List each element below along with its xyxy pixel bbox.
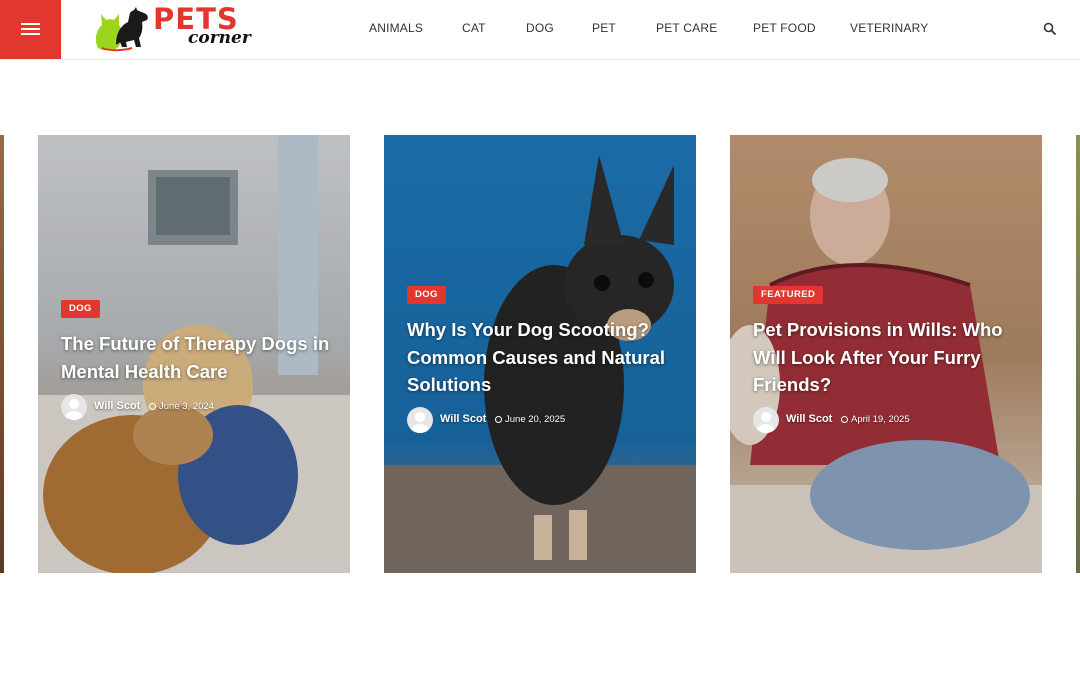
nav-dog[interactable]: DOG <box>526 21 554 36</box>
nav-veterinary[interactable]: VETERINARY <box>850 21 928 36</box>
post-title[interactable]: Why Is Your Dog Scooting? Common Causes … <box>407 316 677 399</box>
menu-button[interactable] <box>0 0 61 59</box>
clock-icon <box>495 416 502 423</box>
post-date-text: April 19, 2025 <box>851 414 910 425</box>
nav-pet[interactable]: PET <box>592 21 616 36</box>
post-date-text: June 20, 2025 <box>505 414 566 425</box>
brand-tagline: corner <box>188 28 251 48</box>
clock-icon <box>841 416 848 423</box>
nav-pet-food[interactable]: PET FOOD <box>753 21 816 36</box>
post-card[interactable]: FEATURED Pet Provisions in Wills: Who Wi… <box>730 135 1042 573</box>
nav-pet-care[interactable]: PET CARE <box>656 21 717 36</box>
site-logo[interactable]: PETS corner <box>92 2 262 54</box>
category-badge[interactable]: DOG <box>61 300 100 318</box>
nav-animals[interactable]: ANIMALS <box>369 21 423 36</box>
nav-cat[interactable]: CAT <box>462 21 486 36</box>
post-date: June 3, 2024 <box>149 401 214 412</box>
post-title[interactable]: The Future of Therapy Dogs in Mental Hea… <box>61 330 331 385</box>
post-card[interactable]: DOG The Future of Therapy Dogs in Mental… <box>38 135 350 573</box>
site-header: PETS corner ANIMALS CAT DOG PET PET CARE… <box>0 0 1080 60</box>
clock-icon <box>149 403 156 410</box>
post-date-text: June 3, 2024 <box>159 401 214 412</box>
search-icon[interactable] <box>1043 22 1057 36</box>
post-date: April 19, 2025 <box>841 414 910 425</box>
author-name[interactable]: Will Scot <box>440 413 486 425</box>
avatar[interactable] <box>61 394 87 420</box>
pets-logo-icon <box>95 7 148 52</box>
author-name[interactable]: Will Scot <box>786 413 832 425</box>
post-title[interactable]: Pet Provisions in Wills: Who Will Look A… <box>753 316 1023 399</box>
previous-slide-edge[interactable] <box>0 135 4 573</box>
category-badge[interactable]: FEATURED <box>753 286 824 304</box>
hamburger-icon <box>21 23 40 25</box>
next-slide-edge[interactable] <box>1076 135 1080 573</box>
author-name[interactable]: Will Scot <box>94 400 140 412</box>
post-card[interactable]: DOG Why Is Your Dog Scooting? Common Cau… <box>384 135 696 573</box>
category-badge[interactable]: DOG <box>407 286 446 304</box>
avatar[interactable] <box>753 407 779 433</box>
avatar[interactable] <box>407 407 433 433</box>
post-date: June 20, 2025 <box>495 414 565 425</box>
